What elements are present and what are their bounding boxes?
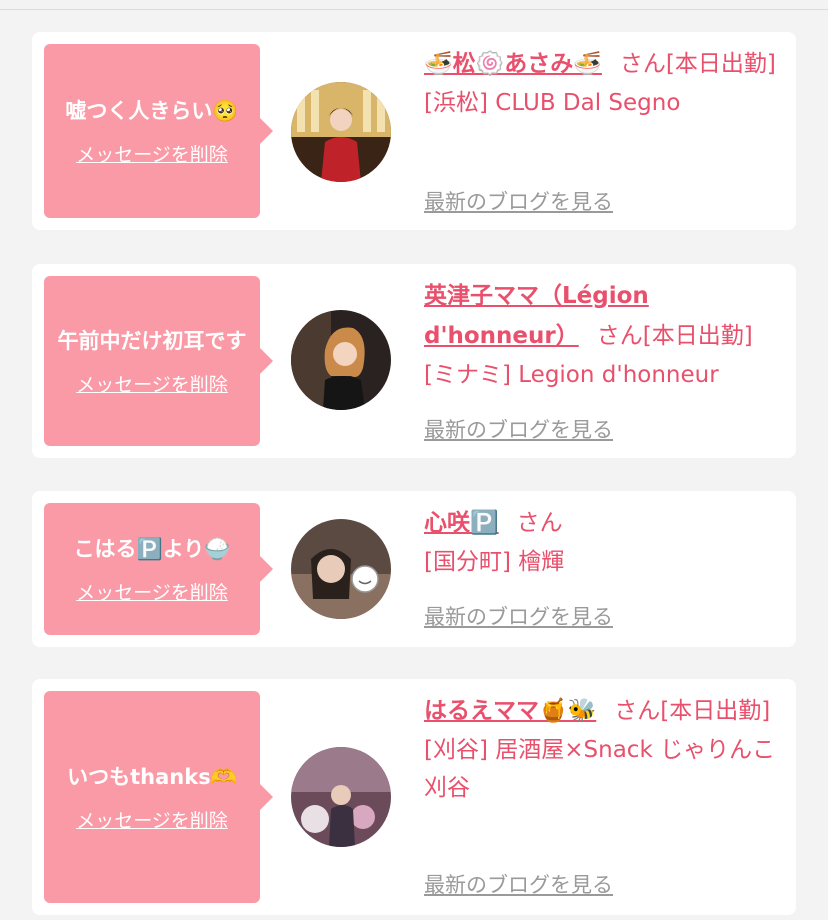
avatar[interactable] xyxy=(291,519,391,619)
delete-message-link[interactable]: メッセージを削除 xyxy=(76,140,228,167)
message-text: いつもthanks🫶 xyxy=(67,764,237,789)
shop-text: [国分町] 檜輝 xyxy=(424,549,565,575)
latest-blog-link[interactable]: 最新のブログを見る xyxy=(424,186,613,216)
cast-info: はるえママ🍯🐝 さん[本日出勤] [刈谷] 居酒屋×Snack じゃりんこ刈谷 xyxy=(424,691,784,807)
avatar[interactable] xyxy=(291,747,391,847)
latest-blog-link[interactable]: 最新のブログを見る xyxy=(424,414,613,444)
cast-name-link[interactable]: 🍜松🍥あさみ🍜 xyxy=(424,51,602,77)
message-bubble: 午前中だけ初耳です メッセージを削除 xyxy=(44,276,273,446)
delete-message-link[interactable]: メッセージを削除 xyxy=(76,578,228,605)
message-card: いつもthanks🫶 メッセージを削除 はるえママ🍯🐝 さん[本日出勤] [刈谷]… xyxy=(32,679,796,915)
message-text: 午前中だけ初耳です xyxy=(57,328,247,353)
san-label: さん xyxy=(516,510,563,536)
status-text: [本日出勤] xyxy=(642,323,753,349)
san-label: さん xyxy=(614,698,661,724)
message-bubble: いつもthanks🫶 メッセージを削除 xyxy=(44,691,273,903)
latest-blog-link[interactable]: 最新のブログを見る xyxy=(424,869,613,899)
message-bubble: こはる🅿️より🍚 メッセージを削除 xyxy=(44,503,273,635)
delete-message-link[interactable]: メッセージを削除 xyxy=(76,370,228,397)
avatar[interactable] xyxy=(291,310,391,410)
san-label: さん xyxy=(619,51,666,77)
message-text: 嘘つく人きらい🥺 xyxy=(65,98,239,123)
status-text: [本日出勤] xyxy=(665,51,776,77)
cast-info: 🍜松🍥あさみ🍜 さん[本日出勤] [浜松] CLUB Dal Segno xyxy=(424,44,784,122)
cast-info: 英津子ママ（Légion d'honneur） さん[本日出勤] [ミナミ] Le… xyxy=(424,276,784,394)
message-text: こはる🅿️より🍚 xyxy=(73,536,231,561)
cast-name-link[interactable]: 心咲🅿️ xyxy=(424,510,499,536)
message-card: 嘘つく人きらい🥺 メッセージを削除 🍜松🍥あさみ🍜 さん[本日出勤] [浜松] C… xyxy=(32,32,796,230)
latest-blog-link[interactable]: 最新のブログを見る xyxy=(424,601,613,631)
cast-name-link[interactable]: はるえママ🍯🐝 xyxy=(424,698,596,724)
cast-info: 心咲🅿️ さん [国分町] 檜輝 xyxy=(424,503,784,581)
san-label: さん xyxy=(596,323,643,349)
delete-message-link[interactable]: メッセージを削除 xyxy=(76,806,228,833)
message-card: こはる🅿️より🍚 メッセージを削除 心咲🅿️ さん [国分町] 檜輝 最新のブログ… xyxy=(32,491,796,647)
shop-text: [ミナミ] Legion d'honneur xyxy=(424,362,719,388)
shop-text: [浜松] CLUB Dal Segno xyxy=(424,90,681,116)
top-divider xyxy=(0,9,828,10)
status-text: [本日出勤] xyxy=(660,698,771,724)
shop-text: [刈谷] 居酒屋×Snack じゃりんこ刈谷 xyxy=(424,737,776,801)
message-card: 午前中だけ初耳です メッセージを削除 英津子ママ（Légion d'honneu… xyxy=(32,264,796,458)
avatar[interactable] xyxy=(291,82,391,182)
message-bubble: 嘘つく人きらい🥺 メッセージを削除 xyxy=(44,44,273,218)
